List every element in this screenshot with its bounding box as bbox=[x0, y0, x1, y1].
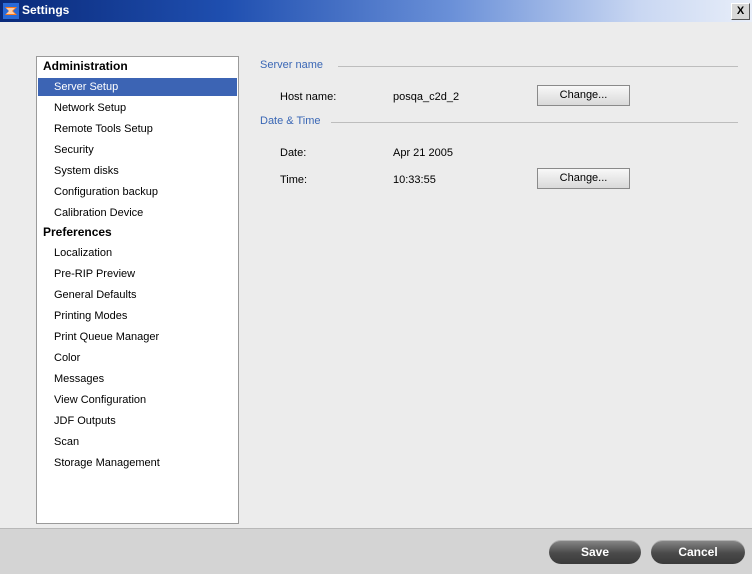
nav-section-header: Preferences bbox=[43, 225, 112, 239]
nav-item-remote-tools-setup[interactable]: Remote Tools Setup bbox=[38, 120, 237, 138]
app-icon bbox=[3, 3, 19, 19]
time-label: Time: bbox=[280, 174, 308, 186]
nav-section-header: Administration bbox=[43, 59, 128, 73]
host-name-label: Host name: bbox=[280, 91, 337, 103]
nav-item-messages[interactable]: Messages bbox=[38, 370, 237, 388]
change-host-name-button[interactable]: Change... bbox=[537, 85, 630, 106]
dialog-footer: Save Cancel bbox=[0, 528, 752, 574]
nav-item-general-defaults[interactable]: General Defaults bbox=[38, 286, 237, 304]
nav-item-network-setup[interactable]: Network Setup bbox=[38, 99, 237, 117]
date-label: Date: bbox=[280, 147, 307, 159]
server-name-divider bbox=[338, 66, 738, 67]
nav-item-jdf-outputs[interactable]: JDF Outputs bbox=[38, 412, 237, 430]
time-value: 10:33:55 bbox=[393, 174, 436, 186]
nav-item-system-disks[interactable]: System disks bbox=[38, 162, 237, 180]
window-title: Settings bbox=[22, 3, 70, 17]
nav-item-color[interactable]: Color bbox=[38, 349, 237, 367]
nav-item-server-setup[interactable]: Server Setup bbox=[38, 78, 237, 96]
change-date-time-button[interactable]: Change... bbox=[537, 168, 630, 189]
nav-item-printing-modes[interactable]: Printing Modes bbox=[38, 307, 237, 325]
nav-item-pre-rip-preview[interactable]: Pre-RIP Preview bbox=[38, 265, 237, 283]
nav-item-print-queue-manager[interactable]: Print Queue Manager bbox=[38, 328, 237, 346]
nav-item-configuration-backup[interactable]: Configuration backup bbox=[38, 183, 237, 201]
server-name-section-label: Server name bbox=[260, 59, 323, 71]
nav-item-localization[interactable]: Localization bbox=[38, 244, 237, 262]
host-name-value: posqa_c2d_2 bbox=[393, 91, 460, 103]
nav-item-scan[interactable]: Scan bbox=[38, 433, 237, 451]
settings-content: Administration Server Setup Network Setup R… bbox=[0, 22, 752, 528]
nav-item-calibration-device[interactable]: Calibration Device bbox=[38, 204, 237, 222]
save-button[interactable]: Save bbox=[549, 540, 641, 564]
date-time-divider bbox=[331, 122, 738, 123]
date-value: Apr 21 2005 bbox=[393, 147, 453, 159]
nav-item-security[interactable]: Security bbox=[38, 141, 237, 159]
close-button[interactable]: X bbox=[731, 3, 750, 20]
title-bar: Settings X bbox=[0, 0, 752, 22]
nav-item-view-configuration[interactable]: View Configuration bbox=[38, 391, 237, 409]
nav-item-storage-management[interactable]: Storage Management bbox=[38, 454, 237, 472]
settings-nav-list: Administration Server Setup Network Setup R… bbox=[36, 56, 239, 524]
date-time-section-label: Date & Time bbox=[260, 115, 321, 127]
cancel-button[interactable]: Cancel bbox=[651, 540, 745, 564]
